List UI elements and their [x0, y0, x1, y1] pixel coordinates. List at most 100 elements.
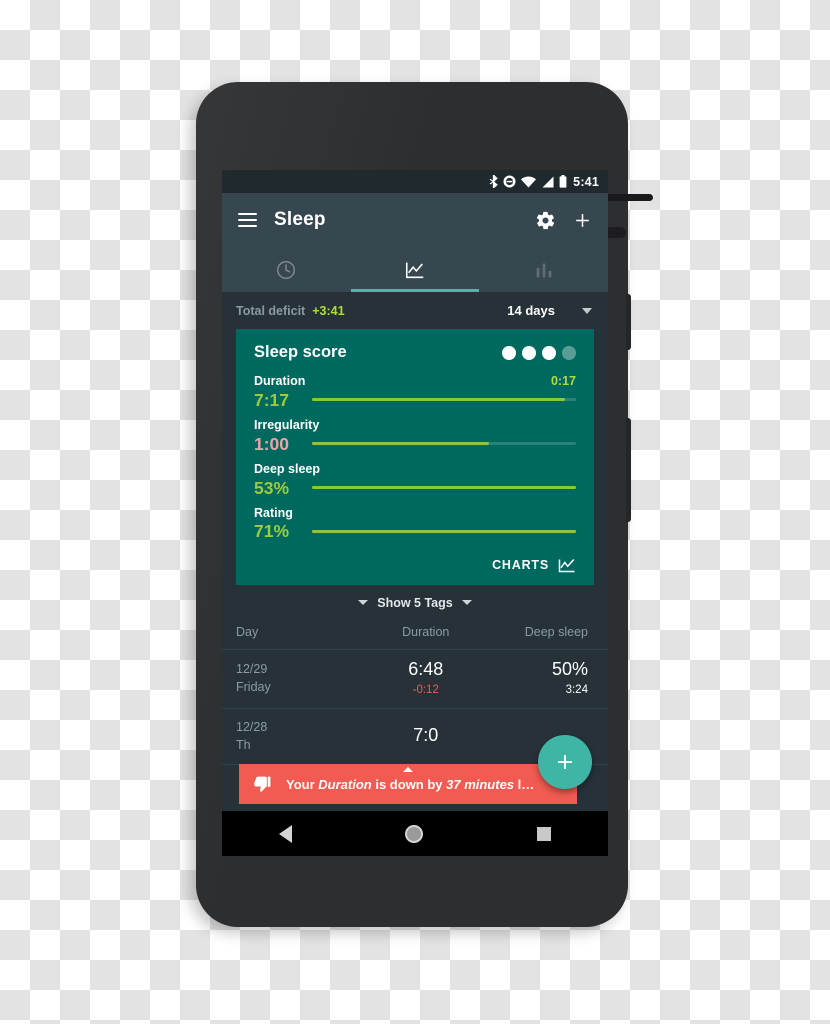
tab-bar: [222, 247, 608, 292]
nav-back-button[interactable]: [278, 824, 292, 843]
row-weekday: Friday: [236, 680, 271, 695]
row-weekday: Th: [236, 738, 251, 753]
tab-stats[interactable]: [479, 247, 608, 292]
metric-irregularity-bar: [312, 442, 576, 446]
bluetooth-icon: [489, 175, 498, 188]
tab-trends[interactable]: [350, 247, 480, 292]
range-selector-value[interactable]: 14 days: [507, 303, 555, 318]
do-not-disturb-icon: [503, 175, 516, 188]
metric-rating: Rating 71%: [254, 506, 576, 542]
metric-irregularity-label: Irregularity: [254, 417, 320, 432]
wifi-icon: [521, 175, 537, 187]
snackbar-text-suffix: l…: [514, 776, 535, 792]
snackbar-text-middle: is down by: [371, 776, 447, 792]
metric-duration-bar: [312, 398, 576, 402]
snackbar-text-emphasis-1: Duration: [318, 776, 372, 792]
show-tags-toggle[interactable]: Show 5 Tags: [222, 585, 608, 621]
sleep-score-card-header: Sleep score: [254, 343, 576, 362]
battery-icon: [559, 175, 567, 188]
score-dot-2: [522, 345, 536, 360]
score-dot-1: [502, 345, 516, 360]
line-chart-icon: [558, 558, 575, 572]
metric-duration-row: 7:17: [254, 390, 576, 410]
thumbs-down-icon: [254, 776, 271, 792]
snackbar-notification[interactable]: Your Duration is down by 37 minutes l…: [239, 764, 577, 804]
score-dot-4: [562, 345, 576, 360]
triangle-up-icon: [403, 767, 413, 772]
status-bar: 5:41: [222, 170, 608, 193]
metric-duration-label: Duration: [254, 374, 306, 388]
app-bar: Sleep: [222, 193, 608, 247]
row-date: 12/28: [236, 720, 268, 735]
metric-irregularity-value: 1:00: [254, 433, 290, 454]
recents-square-icon: [537, 826, 552, 841]
tab-active-indicator: [350, 289, 480, 292]
row-duration-cell: 7:0: [365, 725, 487, 747]
page-title: Sleep: [274, 209, 326, 230]
add-record-fab[interactable]: [538, 735, 592, 789]
show-tags-label: Show 5 Tags: [377, 595, 453, 610]
gear-icon[interactable]: [535, 210, 556, 231]
summary-strip: Total deficit +3:41 14 days: [222, 292, 608, 329]
row-duration-delta: -0:12: [412, 684, 439, 697]
metric-deep-sleep: Deep sleep 53%: [254, 462, 576, 498]
nav-recents-button[interactable]: [537, 826, 552, 841]
metric-duration-header: Duration 0:17: [254, 374, 576, 389]
sleep-score-card: Sleep score Duration 0:17 7:17 Irregular…: [236, 329, 594, 585]
score-dot-3: [542, 345, 556, 360]
home-circle-icon: [405, 824, 424, 843]
metric-deep-sleep-value: 53%: [254, 477, 290, 498]
column-header-deep-sleep: Deep sleep: [524, 624, 588, 639]
total-deficit-label: Total deficit: [236, 303, 306, 318]
sleep-score-title: Sleep score: [254, 343, 347, 361]
snackbar-message: Your Duration is down by 37 minutes l…: [286, 777, 534, 792]
metric-duration: Duration 0:17 7:17: [254, 374, 576, 410]
metric-rating-row: 71%: [254, 521, 576, 541]
bar-chart-icon: [536, 263, 552, 277]
metric-deep-sleep-header: Deep sleep: [254, 462, 576, 477]
phone-screen: 5:41 Sleep Total deficit +3:41 14 days S…: [222, 170, 608, 856]
table-row[interactable]: 12/29 Friday 6:48 -0:12 50% 3:24: [222, 650, 608, 710]
row-duration-value: 6:48: [408, 658, 444, 679]
power-button[interactable]: [626, 294, 631, 350]
row-duration-cell: 6:48 -0:12: [365, 659, 487, 699]
column-header-day: Day: [236, 624, 259, 639]
clock-icon: [277, 260, 296, 279]
tab-history[interactable]: [222, 247, 351, 292]
metric-irregularity-row: 1:00: [254, 434, 576, 454]
metric-rating-bar: [312, 529, 576, 533]
snackbar-text-emphasis-2: 37 minutes: [446, 776, 515, 792]
triangle-down-icon-right: [461, 600, 472, 605]
metric-deep-sleep-bar: [312, 486, 576, 490]
chevron-down-icon[interactable]: [582, 307, 592, 314]
plus-icon: [558, 755, 572, 769]
cellular-signal-icon: [542, 176, 554, 187]
row-date: 12/29: [236, 662, 268, 677]
line-chart-icon: [405, 262, 424, 278]
volume-button[interactable]: [626, 418, 631, 522]
status-bar-clock: 5:41: [573, 174, 599, 189]
charts-button-label: CHARTS: [492, 558, 549, 572]
row-deep-sleep-time: 3:24: [565, 684, 588, 697]
nav-home-button[interactable]: [405, 824, 424, 843]
metric-duration-value: 7:17: [254, 389, 290, 410]
row-deep-sleep-pct: 50%: [551, 658, 588, 679]
metric-duration-bar-fill: [312, 398, 566, 402]
metric-rating-header: Rating: [254, 506, 576, 521]
row-day-cell: 12/29 Friday: [236, 660, 365, 696]
metric-deep-sleep-bar-fill: [312, 486, 576, 490]
metric-duration-extra: 0:17: [550, 374, 576, 388]
metric-irregularity: Irregularity 1:00: [254, 417, 576, 454]
row-deep-sleep-cell: 50% 3:24: [487, 659, 594, 699]
plus-icon[interactable]: [573, 211, 592, 230]
row-day-cell: 12/28 Th: [236, 718, 365, 754]
charts-button[interactable]: CHARTS: [254, 551, 576, 575]
column-header-duration: Duration: [402, 624, 450, 639]
row-duration-value: 7:0: [413, 725, 439, 746]
total-deficit-value: +3:41: [312, 303, 345, 318]
back-triangle-icon: [278, 824, 292, 843]
hamburger-menu-icon[interactable]: [238, 213, 257, 227]
android-navigation-bar: [222, 811, 608, 856]
triangle-down-icon-left: [358, 600, 369, 605]
table-header: Day Duration Deep sleep: [222, 621, 608, 650]
